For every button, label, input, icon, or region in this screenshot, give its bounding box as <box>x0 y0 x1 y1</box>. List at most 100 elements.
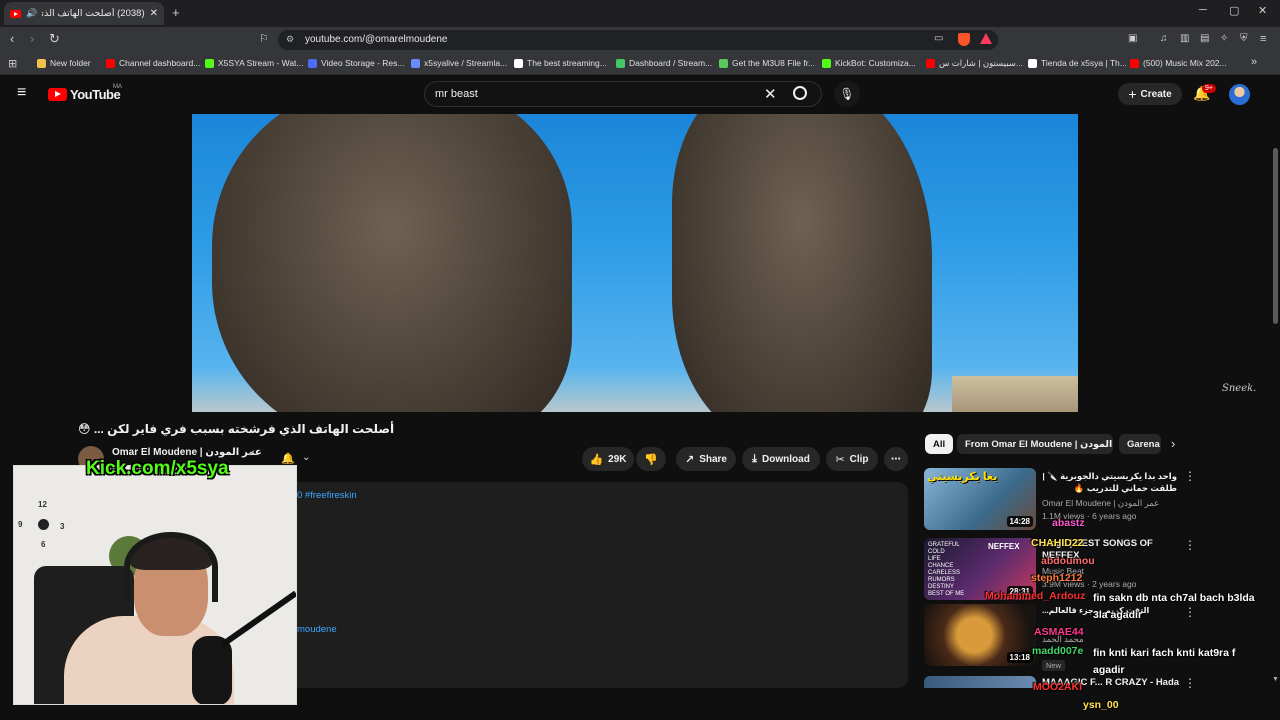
plus-icon: + <box>1128 86 1137 102</box>
wallet-icon[interactable]: ▤ <box>1200 32 1209 46</box>
chat-message: fin knti kari fach knti kat9ra f agadir <box>1093 647 1236 676</box>
bookmark-favicon-icon <box>719 58 728 68</box>
sidebar-icon[interactable]: ▥ <box>1180 32 1189 46</box>
leo-icon[interactable]: ✧ <box>1220 32 1228 46</box>
subscribe-bell-icon[interactable]: 🔔 <box>281 452 295 465</box>
bookmark-item[interactable]: سبيستون | شارات س... <box>926 58 1023 69</box>
maximize-icon[interactable]: ▢ <box>1229 4 1239 17</box>
video-frame-ground <box>952 376 1078 412</box>
chat-username: ysn_00 <box>1083 699 1119 711</box>
related-video-channel[interactable]: Omar El Moudene | عمر المودن <box>1042 498 1159 509</box>
chat-username: CHAHID22 <box>1031 537 1084 549</box>
clock-center <box>38 519 49 530</box>
bookmark-icon[interactable]: ⚐ <box>259 32 269 46</box>
minimize-icon[interactable]: ─ <box>1199 4 1207 16</box>
vpn-icon[interactable]: ⛨ <box>1240 32 1248 46</box>
bookmark-item[interactable]: x5syalive / Streamla... <box>411 58 507 68</box>
channel-name[interactable]: Omar El Moudene | عمر المودن <box>112 447 262 458</box>
video-duration: 14:28 <box>1006 516 1033 527</box>
clip-button[interactable]: ✂ Clip <box>826 447 878 471</box>
youtube-favicon-icon <box>10 9 21 18</box>
kick-channel-overlay: Kick.com/x5sya <box>86 458 229 479</box>
related-video-thumbnail[interactable]: 13:18 <box>924 604 1036 666</box>
media-icon[interactable]: ♫ <box>1160 32 1168 46</box>
scrollbar-thumb[interactable] <box>1273 148 1278 324</box>
scroll-down-arrow-icon[interactable]: ▼ <box>1272 676 1279 683</box>
bookmark-item[interactable]: New folder <box>37 58 91 68</box>
speaker-icon[interactable]: 🔊 <box>26 8 37 19</box>
hamburger-menu-icon[interactable]: ≡ <box>17 84 26 102</box>
url-input[interactable]: ⚙ youtube.com/@omarelmoudene <box>278 30 998 50</box>
clear-search-icon[interactable]: ✕ <box>764 85 777 103</box>
tab-title: (2038) أصلحت الهاتف الذي فرشخته بسبب فري… <box>42 8 145 19</box>
like-button[interactable]: 👍 29K <box>582 447 634 471</box>
channel-link[interactable]: moudene <box>297 624 337 635</box>
bookmark-item[interactable]: Get the M3U8 File fr... <box>719 58 815 68</box>
player-watermark: Sneek. <box>1222 383 1257 394</box>
brave-shield-icon[interactable] <box>958 33 970 46</box>
chip-all[interactable]: All <box>925 434 954 454</box>
avatar[interactable] <box>1229 84 1250 105</box>
search-input[interactable]: mr beast ✕ <box>424 81 822 107</box>
kebab-menu-icon[interactable]: ⋮ <box>1184 469 1196 483</box>
bookmark-item[interactable]: Video Storage - Res... <box>308 58 404 68</box>
bookmark-item[interactable]: KickBot: Customiza... <box>822 58 916 68</box>
bookmark-item[interactable]: (500) Music Mix 202... <box>1130 58 1227 68</box>
microphone <box>192 636 232 704</box>
bookmark-item[interactable]: Channel dashboard... <box>106 58 200 68</box>
youtube-header: ≡ YouTube MA mr beast ✕ 🎙 + Create 🔔 9+ <box>0 75 1280 113</box>
scissors-icon: ✂ <box>835 453 845 466</box>
bookmark-item[interactable]: Dashboard / Stream... <box>616 58 712 68</box>
forward-icon[interactable]: › <box>30 32 34 46</box>
bookmark-label: Tienda de x5sya | Th... <box>1041 58 1127 68</box>
back-icon[interactable]: ‹ <box>10 32 14 46</box>
cast-icon[interactable]: ▭ <box>934 32 943 46</box>
new-badge: New <box>1042 660 1066 671</box>
clock-number: 6 <box>41 540 46 549</box>
kebab-menu-icon[interactable]: ⋮ <box>1184 538 1196 552</box>
related-video-thumbnail[interactable] <box>924 676 1036 688</box>
voice-search-icon[interactable]: 🎙 <box>834 81 860 107</box>
video-duration: 13:18 <box>1006 652 1033 663</box>
wall-clock: 12 3 6 9 <box>16 496 72 552</box>
close-tab-icon[interactable]: ✕ <box>150 8 158 19</box>
chips-next-chevron-icon[interactable]: › <box>1171 436 1175 451</box>
bookmark-favicon-icon <box>205 58 214 68</box>
brave-rewards-icon[interactable] <box>980 33 992 44</box>
search-icon[interactable] <box>793 86 807 100</box>
more-horizontal-icon: ⋯ <box>891 453 901 465</box>
chip-garena[interactable]: Garena <box>1119 434 1161 454</box>
related-video-thumbnail[interactable]: يغا يكريسيتي 14:28 <box>924 468 1036 530</box>
video-player[interactable]: Sneek. <box>192 114 1078 412</box>
new-tab-icon[interactable]: + <box>172 5 180 20</box>
apps-grid-icon[interactable]: ⊞ <box>8 57 17 70</box>
close-window-icon[interactable]: ✕ <box>1258 4 1267 17</box>
create-button[interactable]: + Create <box>1118 83 1182 105</box>
bookmark-item[interactable]: Tienda de x5sya | Th... <box>1028 58 1127 68</box>
chevron-down-icon[interactable]: ⌄ <box>302 452 310 463</box>
chat-username: abastz <box>1052 517 1085 529</box>
bookmark-label: Video Storage - Res... <box>321 58 405 68</box>
screenshot-icon[interactable]: ▣ <box>1128 32 1137 46</box>
clock-number: 12 <box>38 500 47 509</box>
reload-icon[interactable]: ↻ <box>49 32 60 46</box>
dislike-button[interactable]: 👎 <box>636 447 666 471</box>
bookmark-label: New folder <box>50 58 91 68</box>
share-button[interactable]: ↗ Share <box>676 447 736 471</box>
thumbnail-tracklist: GRATEFUL COLD LIFE CHANCE CARELESS RUMORS DEST… <box>928 542 965 597</box>
like-count: 29K <box>608 453 627 465</box>
bookmarks-bar: ⊞ New folder Channel dashboard... X5SYA St… <box>0 53 1280 75</box>
youtube-logo-icon[interactable] <box>48 88 67 101</box>
page-scrollbar[interactable]: ▼ <box>1271 114 1280 688</box>
hashtag-link[interactable]: 0 #freefireskin <box>297 490 357 501</box>
more-actions-button[interactable]: ⋯ <box>884 447 908 471</box>
related-video-title[interactable]: واحد بدا يكريسيتي دالجوبرية 🔪 | طلقت حما… <box>1042 470 1177 494</box>
chip-from-channel[interactable]: From Omar El Moudene | عمر المودن <box>957 434 1113 454</box>
bookmark-item[interactable]: X5SYA Stream - Wat... <box>205 58 304 68</box>
browser-tab[interactable]: 🔊 (2038) أصلحت الهاتف الذي فرشخته بسبب ف… <box>4 2 164 25</box>
download-button[interactable]: ⤓ Download <box>742 447 820 471</box>
bookmark-item[interactable]: The best streaming... <box>514 58 607 68</box>
more-bookmarks-icon[interactable]: » <box>1251 56 1257 68</box>
menu-icon[interactable]: ≡ <box>1260 32 1266 46</box>
site-info-icon[interactable]: ⚙ <box>286 34 294 45</box>
